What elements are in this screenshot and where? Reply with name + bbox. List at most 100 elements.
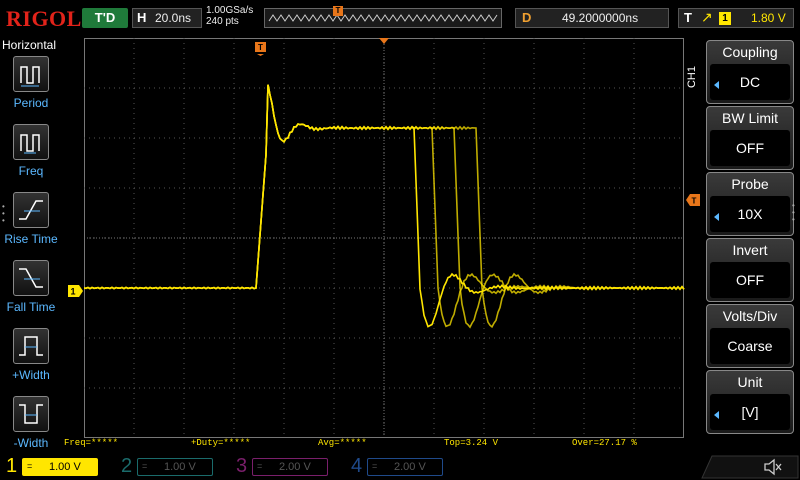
positive-width-icon bbox=[13, 328, 49, 364]
coupling-menu-button[interactable]: Coupling DC bbox=[706, 40, 794, 104]
unit-arrow-icon bbox=[714, 411, 719, 419]
memory-overview-strip[interactable] bbox=[264, 8, 502, 28]
delay-marker[interactable] bbox=[379, 38, 389, 45]
channel4-tab[interactable]: 4 = 2.00 V bbox=[345, 454, 455, 480]
coupling-value: DC bbox=[710, 64, 790, 100]
channel3-number: 3 bbox=[236, 455, 248, 477]
channel1-coupling-icon: = bbox=[27, 461, 33, 471]
trigger-level-marker[interactable]: T bbox=[686, 194, 700, 206]
channel4-number: 4 bbox=[351, 455, 363, 477]
invert-title: Invert bbox=[732, 242, 768, 258]
measure-menu-panel: Horizontal Period Freq • • • Rise Time Fal… bbox=[0, 38, 62, 454]
active-channel-tag: CH1 bbox=[686, 66, 698, 89]
channel2-info: = 1.00 V bbox=[137, 458, 213, 476]
unit-value: [V] bbox=[710, 394, 790, 430]
measure-positive-width-button[interactable]: +Width bbox=[0, 328, 62, 394]
coupling-title: Coupling bbox=[722, 44, 778, 60]
channel2-number: 2 bbox=[121, 455, 133, 477]
freq-icon bbox=[13, 124, 49, 160]
memory-points: 240 pts bbox=[206, 16, 239, 27]
graticule-grid bbox=[84, 38, 684, 438]
trigger-time-marker[interactable]: T bbox=[255, 42, 267, 56]
trigger-label: T bbox=[684, 10, 692, 25]
measure-rise-time-button[interactable]: Rise Time bbox=[0, 192, 62, 258]
channel1-scale: 1.00 V bbox=[49, 461, 81, 473]
speaker-muted-icon[interactable] bbox=[762, 457, 784, 477]
channel2-tab[interactable]: 2 = 1.00 V bbox=[115, 454, 225, 480]
positive-width-label: +Width bbox=[12, 368, 50, 382]
trigger-level: 1.80 V bbox=[751, 11, 786, 25]
negative-width-label: -Width bbox=[13, 436, 49, 450]
invert-menu-button[interactable]: Invert OFF bbox=[706, 238, 794, 302]
delay-box[interactable]: D 49.2000000ns bbox=[515, 8, 669, 28]
measure-fall-time-button[interactable]: Fall Time bbox=[0, 260, 62, 326]
bw-limit-value: OFF bbox=[710, 130, 790, 166]
measure-freq-button[interactable]: Freq bbox=[0, 124, 62, 190]
horizontal-label: H bbox=[137, 10, 147, 25]
waveform-graticule bbox=[84, 38, 685, 438]
channel1-offset-marker[interactable]: 1 bbox=[68, 285, 84, 297]
invert-value: OFF bbox=[710, 262, 790, 298]
volts-div-menu-button[interactable]: Volts/Div Coarse bbox=[706, 304, 794, 368]
brand-logo: RIGOL bbox=[6, 6, 82, 31]
channel-status-bar: 1 = 1.00 V 2 = 1.00 V 3 = 2.00 V 4 = 2.0… bbox=[0, 454, 800, 480]
channel2-coupling-icon: = bbox=[142, 461, 148, 471]
channel2-scale: 1.00 V bbox=[164, 461, 196, 473]
timebase-value: 20.0ns bbox=[155, 11, 192, 25]
measure-negative-width-button[interactable]: -Width bbox=[0, 396, 62, 462]
fall-time-label: Fall Time bbox=[6, 300, 56, 314]
measurement-results-bar: Freq=***** +Duty=***** Avg=***** Top=3.2… bbox=[62, 438, 702, 450]
measure-period-button[interactable]: Period bbox=[0, 56, 62, 122]
negative-width-icon bbox=[13, 396, 49, 432]
sample-rate: 1.00GSa/s bbox=[206, 5, 254, 16]
probe-title: Probe bbox=[731, 176, 769, 192]
volts-div-title: Volts/Div bbox=[722, 308, 778, 324]
probe-menu-button[interactable]: Probe 10X bbox=[706, 172, 794, 236]
measurement-positive-duty[interactable]: +Duty=***** bbox=[191, 438, 250, 448]
right-menu-scroll-dots: • • • bbox=[792, 201, 795, 224]
trigger-box[interactable]: T ↗ 1 1.80 V bbox=[678, 8, 794, 28]
freq-label: Freq bbox=[18, 164, 44, 178]
unit-title: Unit bbox=[737, 374, 763, 390]
top-status-bar: RIGOL T'D H 20.0ns 1.00GSa/s 240 pts T D… bbox=[0, 0, 800, 36]
channel3-info: = 2.00 V bbox=[252, 458, 328, 476]
oscilloscope-screen: RIGOL T'D H 20.0ns 1.00GSa/s 240 pts T D… bbox=[0, 0, 800, 480]
measurement-overshoot[interactable]: Over=27.17 % bbox=[572, 438, 637, 448]
horizontal-timebase-box[interactable]: H 20.0ns bbox=[132, 8, 202, 28]
probe-value: 10X bbox=[710, 196, 790, 232]
channel3-scale: 2.00 V bbox=[279, 461, 311, 473]
rise-time-icon bbox=[13, 192, 49, 228]
channel1-number: 1 bbox=[6, 455, 18, 477]
channel1-info: = 1.00 V bbox=[22, 458, 98, 476]
measurement-top[interactable]: Top=3.24 V bbox=[444, 438, 498, 448]
empty-source-tab bbox=[701, 455, 799, 479]
channel3-tab[interactable]: 3 = 2.00 V bbox=[230, 454, 340, 480]
memory-waveform-preview bbox=[268, 14, 498, 22]
probe-arrow-icon bbox=[714, 213, 719, 221]
unit-menu-button[interactable]: Unit [V] bbox=[706, 370, 794, 434]
channel4-coupling-icon: = bbox=[372, 461, 378, 471]
sample-info: 1.00GSa/s 240 pts bbox=[206, 5, 253, 27]
rising-edge-icon: ↗ bbox=[701, 9, 713, 25]
coupling-arrow-icon bbox=[714, 81, 719, 89]
channel-menu-panel: Coupling DC BW Limit OFF Probe 10X Inver… bbox=[700, 38, 800, 438]
run-status-badge[interactable]: T'D bbox=[82, 8, 128, 28]
rise-time-label: Rise Time bbox=[4, 232, 58, 246]
channel1-tab[interactable]: 1 = 1.00 V bbox=[0, 454, 110, 480]
delay-label: D bbox=[522, 10, 532, 25]
period-icon bbox=[13, 56, 49, 92]
channel4-scale: 2.00 V bbox=[394, 461, 426, 473]
svg-text:1: 1 bbox=[70, 287, 75, 297]
svg-text:T: T bbox=[692, 197, 697, 206]
delay-value: 49.2000000ns bbox=[562, 11, 639, 25]
trigger-source-badge: 1 bbox=[719, 12, 731, 25]
channel3-coupling-icon: = bbox=[257, 461, 263, 471]
trigger-position-marker-top[interactable]: T bbox=[333, 6, 343, 16]
volts-div-value: Coarse bbox=[710, 328, 790, 364]
measurement-average[interactable]: Avg=***** bbox=[318, 438, 367, 448]
measurement-freq[interactable]: Freq=***** bbox=[64, 438, 118, 448]
measure-category-title: Horizontal bbox=[2, 38, 57, 52]
bw-limit-menu-button[interactable]: BW Limit OFF bbox=[706, 106, 794, 170]
trigger-time-marker-label: T bbox=[258, 43, 263, 52]
period-label: Period bbox=[13, 96, 49, 110]
